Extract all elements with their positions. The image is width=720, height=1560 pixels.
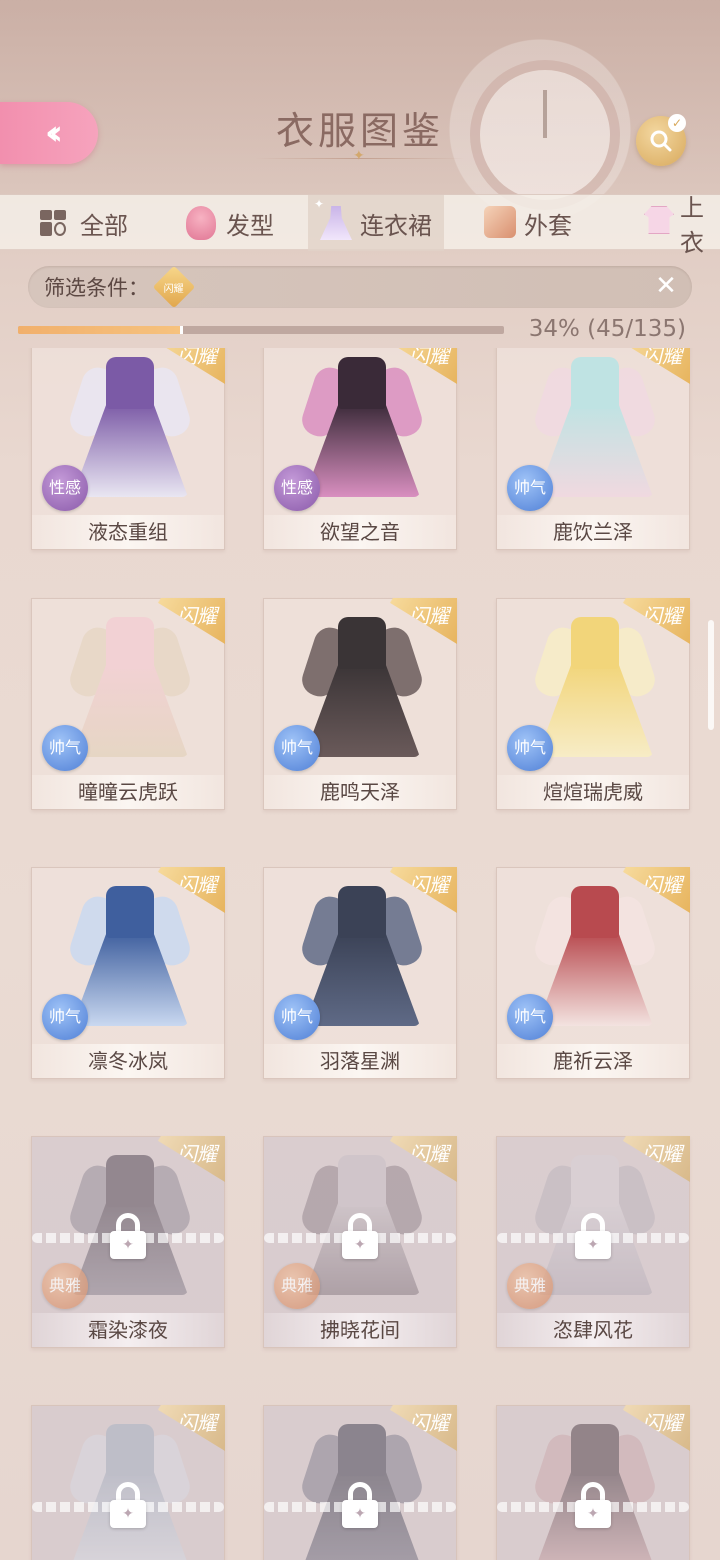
- style-badge: 性感: [274, 465, 320, 511]
- style-badge: 帅气: [507, 725, 553, 771]
- outfit-grid: 闪耀 性感 液态重组 闪耀 性感 欲望之音 闪耀 帅气 鹿饮兰泽 闪耀 帅气 曈曈云虎跃 闪耀 帅气 鹿鸣天…: [0, 348, 720, 1560]
- sparkle-icon: ✦: [314, 197, 325, 211]
- outfit-name: 鹿饮兰泽: [497, 515, 689, 549]
- style-badge: 性感: [42, 465, 88, 511]
- collection-progress-bar: [18, 326, 504, 334]
- outfit-name: 液态重组: [32, 515, 224, 549]
- outfit-card[interactable]: 闪耀 帅气 曈曈云虎跃: [31, 598, 225, 810]
- close-icon[interactable]: ✕: [650, 270, 682, 302]
- lock-icon: ✦: [110, 1482, 146, 1528]
- check-icon: ✓: [668, 114, 686, 132]
- style-badge: 帅气: [507, 994, 553, 1040]
- style-badge: 典雅: [274, 1263, 320, 1309]
- style-badge: 典雅: [42, 1263, 88, 1309]
- title-decoration: [255, 148, 465, 166]
- grid-icon: [40, 206, 74, 240]
- filter-label: 筛选条件：: [44, 276, 149, 300]
- tab-coat[interactable]: 外套: [484, 195, 572, 251]
- tab-label: 连衣裙: [360, 211, 432, 240]
- tab-label: 全部: [80, 211, 128, 240]
- style-badge: 帅气: [274, 725, 320, 771]
- coat-icon: [484, 206, 518, 240]
- outfit-card[interactable]: ✦ 闪耀: [496, 1405, 690, 1560]
- style-badge: 帅气: [274, 994, 320, 1040]
- dress-icon: [320, 206, 354, 240]
- outfit-name: 曈曈云虎跃: [32, 775, 224, 809]
- outfit-name: 鹿祈云泽: [497, 1044, 689, 1078]
- dress-illustration: [531, 886, 659, 1026]
- style-badge: 帅气: [42, 725, 88, 771]
- lock-icon: ✦: [342, 1482, 378, 1528]
- outfit-card[interactable]: 闪耀 帅气 鹿鸣天泽: [263, 598, 457, 810]
- dress-illustration: [66, 357, 194, 497]
- lock-icon: ✦: [110, 1213, 146, 1259]
- outfit-name: 煊煊瑞虎威: [497, 775, 689, 809]
- lock-icon: ✦: [575, 1482, 611, 1528]
- filter-tag-text: 闪耀: [164, 283, 184, 295]
- style-badge: 帅气: [507, 465, 553, 511]
- filter-bar: 筛选条件： 闪耀 ✕: [28, 265, 692, 309]
- progress-fill: [18, 326, 184, 334]
- filter-tag-shine[interactable]: 闪耀: [152, 265, 196, 309]
- outfit-card[interactable]: ✦ 闪耀: [263, 1405, 457, 1560]
- dress-illustration: [531, 617, 659, 757]
- outfit-name: 霜染漆夜: [32, 1313, 224, 1347]
- style-badge: 典雅: [507, 1263, 553, 1309]
- tab-top[interactable]: 上衣: [644, 194, 720, 257]
- outfit-card[interactable]: 闪耀 帅气 羽落星渊: [263, 867, 457, 1079]
- outfit-name: 恣肆风花: [497, 1313, 689, 1347]
- dress-illustration: [298, 886, 426, 1026]
- category-tabs: 全部 发型 连衣裙 ✦ 外套 上衣: [0, 194, 720, 257]
- top-icon: [644, 206, 674, 240]
- tab-label: 上衣: [680, 194, 704, 257]
- outfit-card[interactable]: 闪耀 帅气 鹿饮兰泽: [496, 348, 690, 550]
- outfit-name: 拂晓花间: [264, 1313, 456, 1347]
- outfit-card[interactable]: 闪耀 性感 液态重组: [31, 348, 225, 550]
- outfit-name: 鹿鸣天泽: [264, 775, 456, 809]
- page-title: 衣服图鉴: [275, 109, 444, 153]
- dress-illustration: [298, 617, 426, 757]
- tab-all[interactable]: 全部: [40, 195, 128, 251]
- outfit-card[interactable]: ✦ 闪耀 典雅 霜染漆夜: [31, 1136, 225, 1348]
- outfit-card[interactable]: 闪耀 帅气 鹿祈云泽: [496, 867, 690, 1079]
- search-icon: [650, 130, 672, 152]
- tab-hair[interactable]: 发型: [186, 195, 274, 251]
- dress-illustration: [66, 886, 194, 1026]
- outfit-card[interactable]: 闪耀 性感 欲望之音: [263, 348, 457, 550]
- outfit-name: 欲望之音: [264, 515, 456, 549]
- tab-dress[interactable]: 连衣裙 ✦: [308, 195, 444, 251]
- dress-illustration: [298, 357, 426, 497]
- outfit-card[interactable]: 闪耀 帅气 凛冬冰岚: [31, 867, 225, 1079]
- scrollbar[interactable]: [708, 620, 714, 730]
- dress-illustration: [66, 617, 194, 757]
- lock-icon: ✦: [575, 1213, 611, 1259]
- style-badge: 帅气: [42, 994, 88, 1040]
- tab-label: 外套: [524, 211, 572, 240]
- progress-text: 34% (45/135): [528, 316, 686, 342]
- lock-icon: ✦: [342, 1213, 378, 1259]
- outfit-card[interactable]: ✦ 闪耀 典雅 恣肆风花: [496, 1136, 690, 1348]
- outfit-card[interactable]: 闪耀 帅气 煊煊瑞虎威: [496, 598, 690, 810]
- outfit-card[interactable]: ✦ 闪耀 典雅 拂晓花间: [263, 1136, 457, 1348]
- hair-icon: [186, 206, 220, 240]
- outfit-card[interactable]: ✦ 闪耀: [31, 1405, 225, 1560]
- outfit-name: 凛冬冰岚: [32, 1044, 224, 1078]
- dress-illustration: [531, 357, 659, 497]
- tab-label: 发型: [226, 211, 274, 240]
- outfit-name: 羽落星渊: [264, 1044, 456, 1078]
